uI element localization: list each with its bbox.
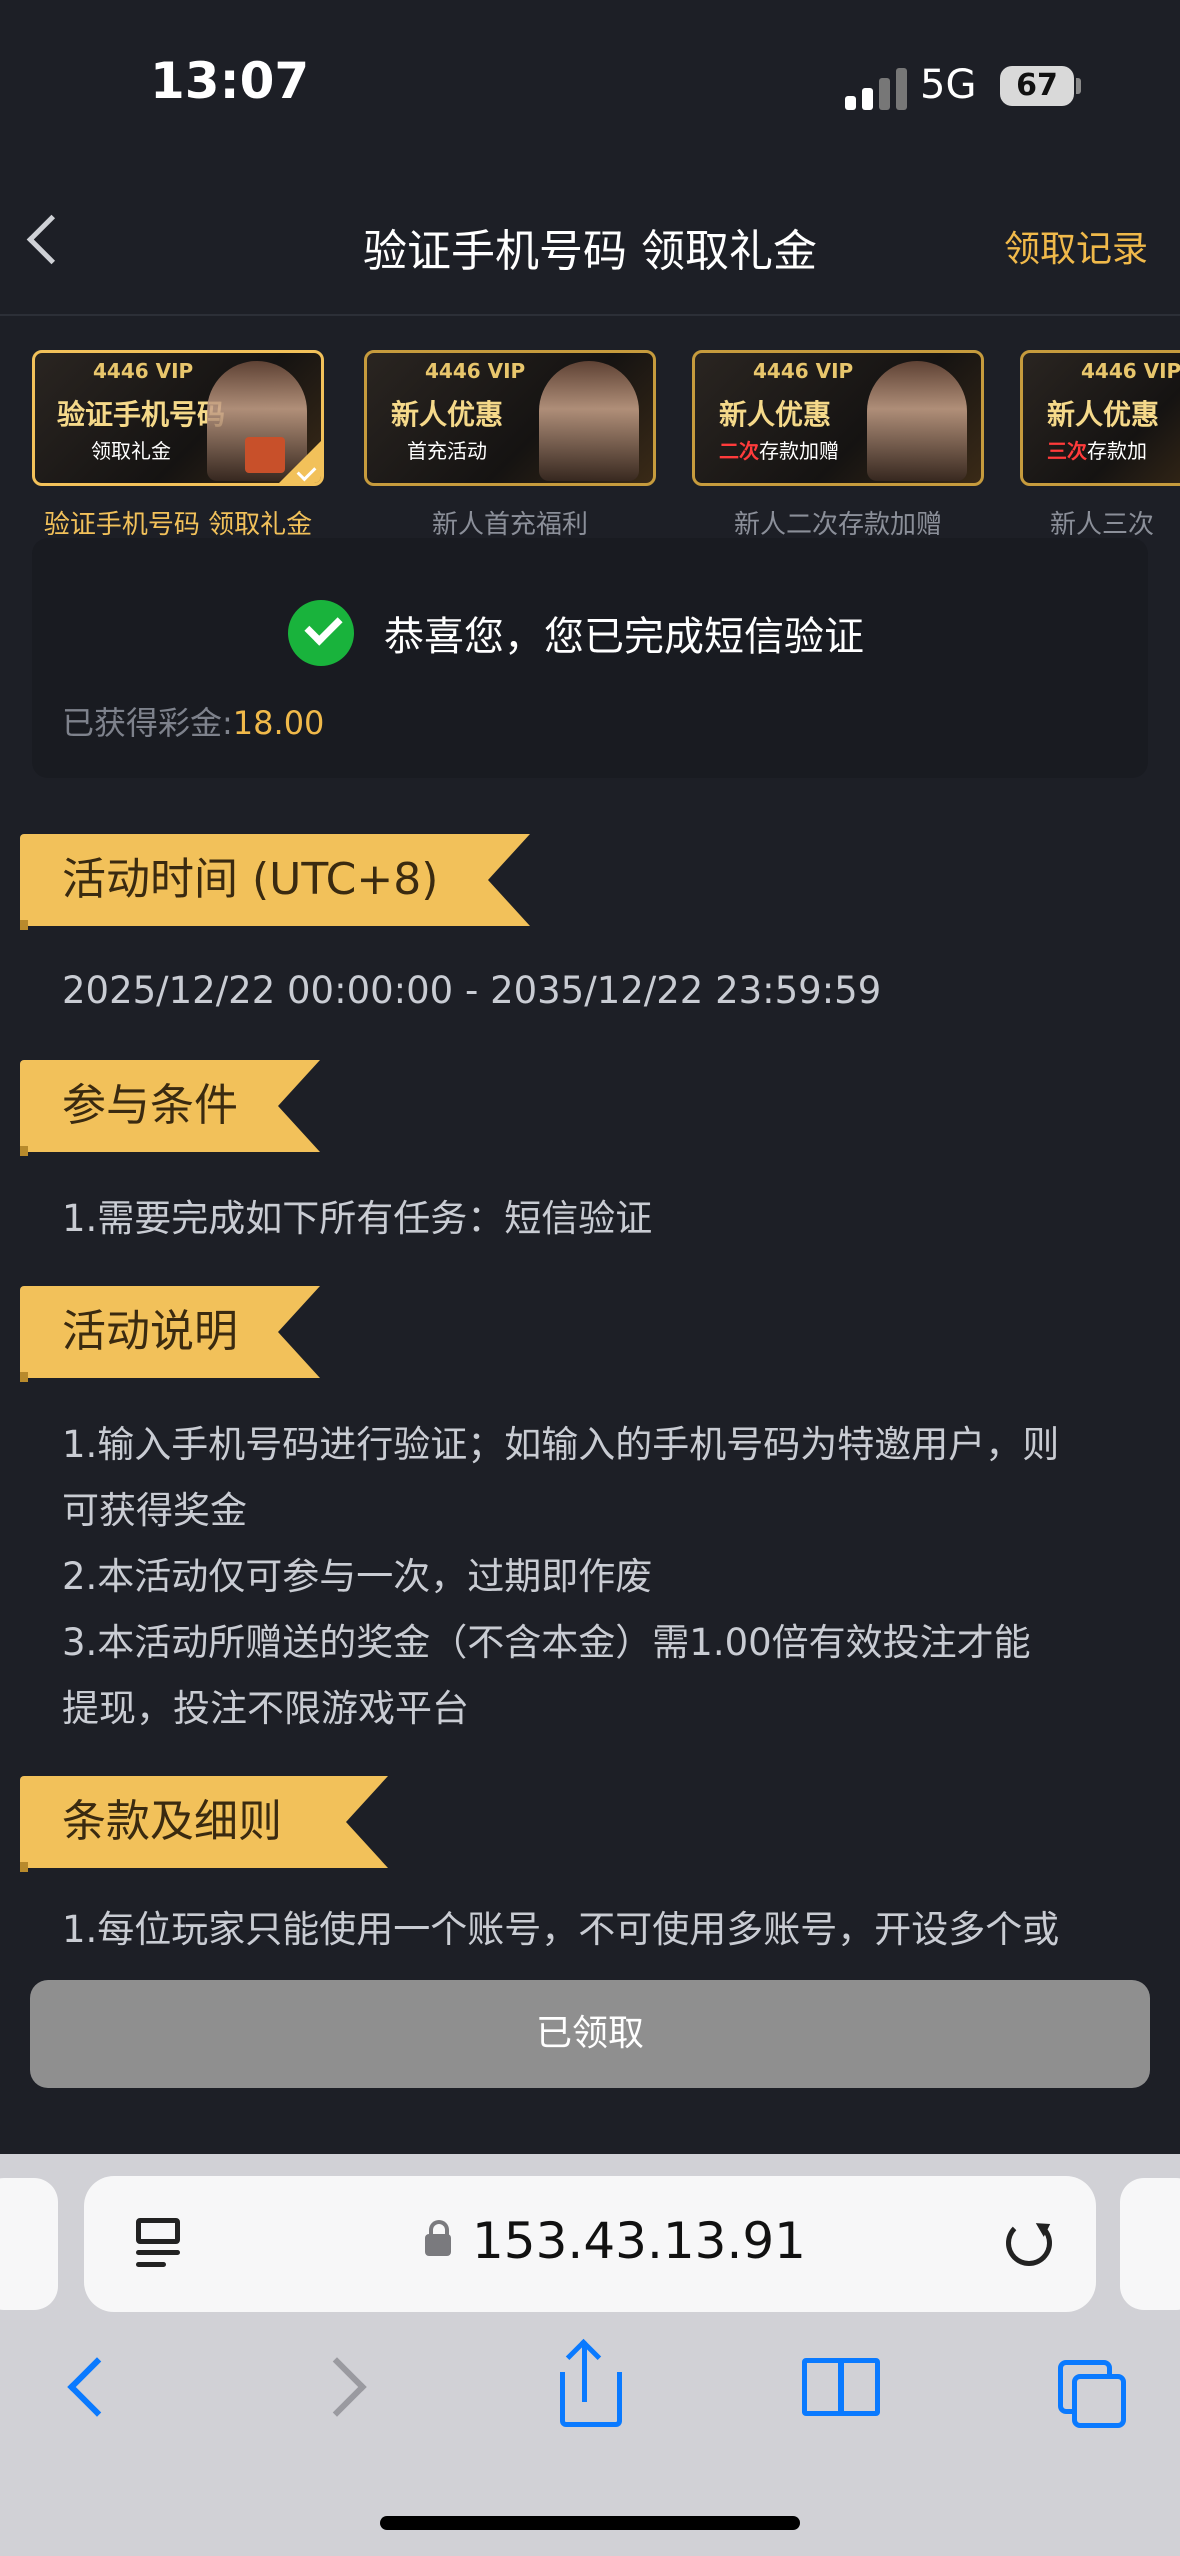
earned-amount: 已获得彩金:18.00 xyxy=(62,704,325,742)
description-line: 提现，投注不限游戏平台 xyxy=(62,1687,469,1730)
vip-badge: 4446 VIP xyxy=(1081,359,1180,383)
banner-subtitle: 首充活动 xyxy=(407,439,487,463)
claimed-button[interactable]: 已领取 xyxy=(30,1980,1150,2088)
banner-title: 新人优惠 xyxy=(391,398,504,431)
banner-third-deposit[interactable]: 4446 VIP 新人优惠 三次存款加 xyxy=(1020,350,1180,486)
terms-text: 1.每位玩家只能使用一个账号，不可使用多账号，开设多个或 xyxy=(62,1908,1060,1946)
network-type: 5G xyxy=(920,62,977,108)
header-divider xyxy=(0,314,1180,316)
tag-fold xyxy=(20,1862,28,1872)
share-arrow-icon xyxy=(582,2346,587,2402)
vip-badge: 4446 VIP xyxy=(425,359,526,383)
banner-model-image xyxy=(867,361,967,481)
banner-subtitle: 三次存款加 xyxy=(1047,439,1147,463)
tag-fold xyxy=(20,1372,28,1382)
tag-fold xyxy=(20,1146,28,1156)
banner-caption[interactable]: 新人三次 xyxy=(1050,504,1180,541)
banner-subtitle: 二次存款加赠 xyxy=(719,439,839,463)
signal-icon xyxy=(845,66,907,110)
banner-title: 验证手机号码 xyxy=(57,398,226,431)
description-line: 3.本活动所赠送的奖金（不含本金）需1.00倍有效投注才能 xyxy=(62,1621,1031,1664)
description-text: 1.输入手机号码进行验证；如输入的手机号码为特邀用户，则 可获得奖金 2.本活动… xyxy=(62,1412,1132,1742)
reload-icon[interactable] xyxy=(1006,2220,1052,2266)
description-line: 1.输入手机号码进行验证；如输入的手机号码为特邀用户，则 xyxy=(62,1423,1060,1466)
url-text[interactable]: 153.43.13.91 xyxy=(472,2212,806,2270)
section-title-conditions: 参与条件 xyxy=(20,1060,320,1152)
activity-time: 2025/12/22 00:00:00 - 2035/12/22 23:59:5… xyxy=(62,969,882,1012)
section-title-terms: 条款及细则 xyxy=(20,1776,388,1868)
battery-icon: 67 xyxy=(1000,66,1074,106)
share-icon[interactable] xyxy=(560,2372,622,2427)
vip-badge: 4446 VIP xyxy=(753,359,854,383)
home-indicator xyxy=(380,2516,800,2530)
section-title-description: 活动说明 xyxy=(20,1286,320,1378)
banner-verify-phone[interactable]: 4446 VIP 验证手机号码 领取礼金 xyxy=(32,350,324,486)
banner-model-image xyxy=(539,361,639,481)
tag-fold xyxy=(20,920,28,930)
lock-icon xyxy=(425,2220,451,2256)
section-title-time: 活动时间 (UTC+8) xyxy=(20,834,530,926)
banner-caption[interactable]: 新人首充福利 xyxy=(360,504,660,541)
description-line: 2.本活动仅可参与一次，过期即作废 xyxy=(62,1555,653,1598)
tabs-icon[interactable] xyxy=(1058,2360,1126,2428)
reader-icon[interactable] xyxy=(136,2218,180,2268)
previous-tab-preview[interactable] xyxy=(0,2178,58,2310)
bookmarks-icon[interactable] xyxy=(802,2358,880,2416)
banner-second-deposit[interactable]: 4446 VIP 新人优惠 二次存款加赠 xyxy=(692,350,984,486)
next-tab-preview[interactable] xyxy=(1120,2178,1180,2310)
conditions-text: 1.需要完成如下所有任务：短信验证 xyxy=(62,1197,653,1240)
banner-caption[interactable]: 新人二次存款加赠 xyxy=(688,504,988,541)
banner-first-deposit[interactable]: 4446 VIP 新人优惠 首充活动 xyxy=(364,350,656,486)
status-time: 13:07 xyxy=(150,52,310,110)
vip-badge: 4446 VIP xyxy=(93,359,194,383)
success-message: 恭喜您，您已完成短信验证 xyxy=(384,614,864,660)
banner-caption[interactable]: 验证手机号码 领取礼金 xyxy=(28,504,328,541)
description-line: 可获得奖金 xyxy=(62,1489,247,1532)
banner-title: 新人优惠 xyxy=(719,398,832,431)
battery-nub xyxy=(1076,78,1081,94)
banner-title: 新人优惠 xyxy=(1047,398,1160,431)
records-link[interactable]: 领取记录 xyxy=(1004,220,1148,272)
banner-subtitle: 领取礼金 xyxy=(91,439,171,463)
check-circle-icon xyxy=(288,600,354,666)
